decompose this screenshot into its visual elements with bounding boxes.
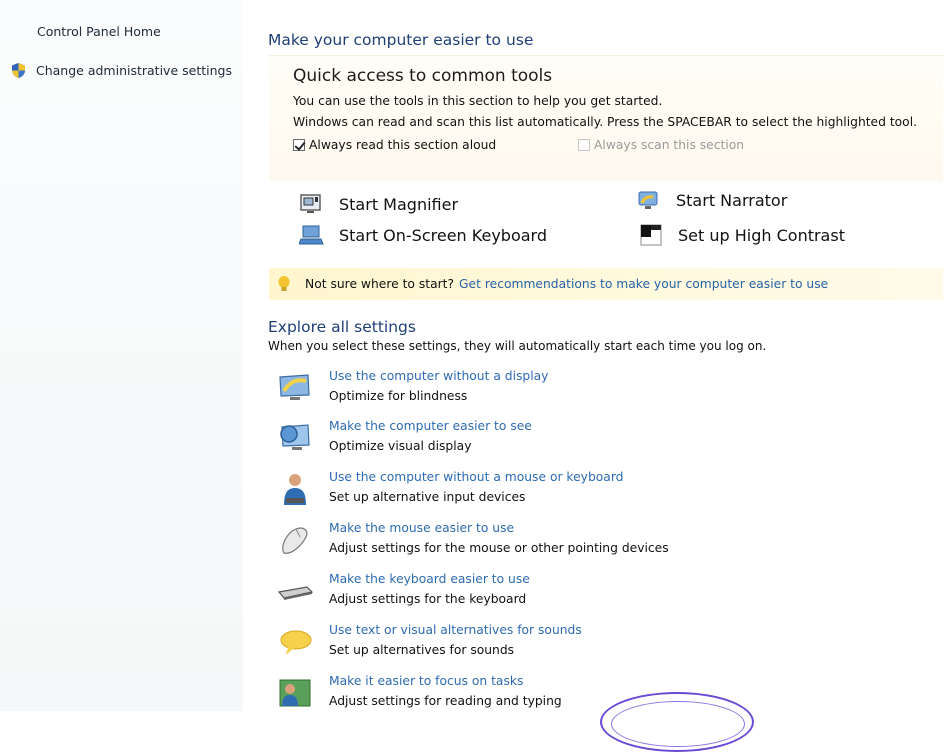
magnifier-icon (300, 194, 321, 213)
keyboard-icon (277, 586, 314, 600)
start-magnifier-label: Start Magnifier (339, 194, 459, 214)
control-panel-home-link[interactable]: Control Panel Home (37, 24, 161, 39)
setting-description: Adjust settings for reading and typing (329, 694, 562, 708)
scan-label: Always scan this section (594, 138, 745, 152)
setting-link[interactable]: Use the computer without a display (329, 369, 548, 383)
setting-description: Optimize for blindness (329, 389, 468, 403)
quick-access-instructions: Windows can read and scan this list auto… (293, 115, 918, 129)
admin-settings-label: Change administrative settings (36, 63, 232, 78)
set-up-high-contrast-label: Set up High Contrast (678, 225, 845, 245)
page-title: Make your computer easier to use (268, 31, 534, 49)
set-up-high-contrast-button[interactable]: Set up High Contrast (638, 224, 845, 246)
narrator-icon (638, 191, 658, 209)
magnified-display-icon (280, 424, 310, 450)
setting-link[interactable]: Use the computer without a mouse or keyb… (329, 470, 623, 484)
speech-bubble-icon (280, 630, 312, 655)
setting-link[interactable]: Make the computer easier to see (329, 419, 532, 433)
quick-access-description: You can use the tools in this section to… (293, 94, 663, 108)
setting-description: Set up alternatives for sounds (329, 643, 515, 657)
setting-easier-to-see: Make the computer easier to see Optimize… (268, 419, 928, 461)
scan-checkbox[interactable]: Always scan this section (578, 138, 744, 152)
person-icon (284, 474, 306, 505)
get-recommendations-link[interactable]: Get recommendations to make your compute… (459, 277, 828, 291)
ink-stamp (600, 692, 754, 752)
tip-text: Not sure where to start? (305, 277, 455, 291)
setting-description: Set up alternative input devices (329, 490, 526, 504)
monitor-icon (279, 374, 310, 400)
checkbox-unchecked[interactable] (578, 139, 590, 151)
focus-tasks-icon (279, 679, 311, 707)
setting-sound-alternatives: Use text or visual alternatives for soun… (268, 623, 928, 665)
lightbulb-icon (278, 276, 290, 291)
read-aloud-label: Always read this section aloud (309, 138, 497, 152)
start-narrator-button[interactable]: Start Narrator (636, 189, 787, 211)
on-screen-keyboard-icon (299, 225, 324, 245)
setting-focus-tasks: Make it easier to focus on tasks Adjust … (268, 674, 928, 716)
quick-access-heading: Quick access to common tools (293, 66, 553, 86)
change-admin-settings-link[interactable]: Change administrative settings (10, 62, 232, 79)
setting-description: Optimize visual display (329, 439, 472, 453)
setting-description: Adjust settings for the mouse or other p… (329, 541, 669, 555)
start-on-screen-keyboard-label: Start On-Screen Keyboard (339, 225, 547, 245)
read-aloud-checkbox[interactable]: Always read this section aloud (293, 138, 496, 152)
setting-without-display: Use the computer without a display Optim… (268, 369, 928, 411)
setting-link[interactable]: Make the keyboard easier to use (329, 572, 530, 586)
setting-mouse-easier: Make the mouse easier to use Adjust sett… (268, 521, 928, 563)
setting-keyboard-easier: Make the keyboard easier to use Adjust s… (268, 572, 928, 614)
quick-access-panel: Quick access to common tools You can use… (269, 55, 943, 181)
setting-link[interactable]: Make the mouse easier to use (329, 521, 514, 535)
setting-link[interactable]: Make it easier to focus on tasks (329, 674, 523, 688)
setting-link[interactable]: Use text or visual alternatives for soun… (329, 623, 582, 637)
setting-without-mouse-keyboard: Use the computer without a mouse or keyb… (268, 470, 928, 512)
checkbox-checked[interactable] (293, 139, 305, 151)
main-content: Make your computer easier to use Quick a… (268, 0, 944, 711)
high-contrast-icon (640, 224, 662, 246)
shield-icon (12, 63, 25, 78)
explore-settings-heading: Explore all settings (268, 318, 416, 336)
mouse-icon (282, 527, 308, 554)
sidebar: Control Panel Home Change administrative… (0, 0, 243, 711)
start-magnifier-button[interactable]: Start Magnifier (299, 193, 458, 215)
setting-description: Adjust settings for the keyboard (329, 592, 527, 606)
explore-settings-description: When you select these settings, they wil… (268, 339, 767, 353)
start-on-screen-keyboard-button[interactable]: Start On-Screen Keyboard (299, 224, 547, 246)
start-narrator-label: Start Narrator (676, 190, 788, 210)
recommendation-tip-bar: Not sure where to start? Get recommendat… (269, 268, 943, 300)
